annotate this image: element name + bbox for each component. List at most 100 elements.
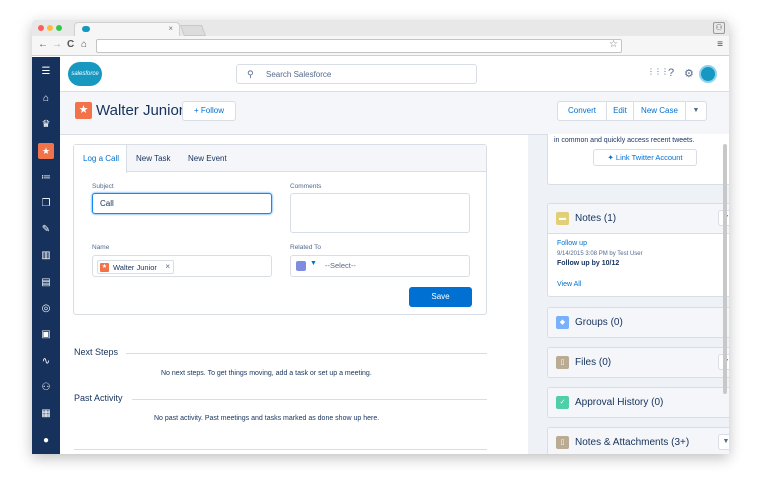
groups-icon: ⚇ — [41, 382, 51, 393]
global-search[interactable]: ⚲ Search Salesforce — [236, 64, 477, 84]
past-activity-empty-message: No past activity. Past meetings and task… — [154, 415, 380, 422]
name-lookup-field[interactable]: ★ Walter Junior × — [92, 255, 272, 277]
subject-label: Subject — [92, 183, 114, 190]
minimize-window-button[interactable] — [47, 25, 53, 31]
note-body: Follow up by 10/12 — [557, 260, 620, 267]
left-navigation: ☰ ⌂ ♛ ★ ≔ ❐ ✎ ▥ ▤ ◎ ▣ ∿ ⚇ ▦ ● — [32, 57, 60, 454]
card-icon: ▤ — [41, 277, 51, 288]
notes-card: ▬ Notes (1) ▼ Follow up 9/14/2015 3:08 P… — [547, 203, 729, 297]
follow-button[interactable]: + Follow — [182, 101, 236, 121]
edit-button[interactable]: Edit — [607, 102, 634, 120]
notes-title[interactable]: Notes (1) — [575, 213, 616, 224]
global-header: salesforce ⚲ Search Salesforce ⋮⋮⋮ ? ⚙ 🔔 — [60, 57, 729, 92]
nav-contacts[interactable]: ★ — [32, 141, 60, 161]
groups-title[interactable]: Groups (0) — [575, 317, 623, 328]
nav-menu-icon[interactable]: ☰ — [32, 62, 60, 82]
forward-icon[interactable]: → — [52, 39, 62, 50]
salesforce-logo[interactable]: salesforce — [68, 62, 102, 86]
page-scrollbar[interactable] — [723, 144, 727, 394]
record-actions: Convert Edit New Case ▼ — [557, 101, 707, 121]
bottom-divider — [74, 449, 487, 450]
link-twitter-label: Link Twitter Account — [615, 153, 683, 162]
nav-feed[interactable]: ∿ — [32, 352, 60, 372]
more-actions-chevron-icon[interactable]: ▼ — [686, 102, 706, 120]
comments-textarea[interactable] — [290, 193, 470, 233]
bookmark-star-icon[interactable]: ☆ — [609, 39, 618, 50]
related-to-label: Related To — [290, 244, 321, 251]
groups-card-header: ◆ Groups (0) — [548, 308, 729, 337]
new-tab-button[interactable] — [179, 25, 207, 36]
setup-gear-icon[interactable]: ⚙ — [684, 67, 694, 80]
attachments-card-header: ▯ Notes & Attachments (3+) ▼ — [548, 428, 729, 454]
attachments-icon: ▯ — [556, 436, 569, 449]
profile-icon[interactable]: ⚇ — [713, 22, 725, 34]
files-title[interactable]: Files (0) — [575, 357, 611, 368]
convert-button[interactable]: Convert — [558, 102, 607, 120]
object-type-icon[interactable] — [296, 261, 306, 271]
clipboard-icon: ▣ — [41, 329, 51, 340]
past-activity-title: Past Activity — [74, 393, 123, 403]
tab-new-task[interactable]: New Task — [136, 145, 171, 172]
salesforce-favicon-icon — [82, 26, 90, 32]
home-icon[interactable]: ⌂ — [81, 39, 87, 50]
tab-new-event[interactable]: New Event — [188, 145, 227, 172]
reload-icon[interactable]: C — [67, 39, 74, 50]
note-title-link[interactable]: Follow up — [557, 240, 587, 247]
files-icon: ▯ — [556, 356, 569, 369]
related-to-input[interactable]: --Select-- — [325, 261, 356, 270]
nav-files[interactable]: ❐ — [32, 194, 60, 214]
url-input[interactable] — [96, 39, 622, 53]
browser-tab[interactable]: × — [74, 22, 180, 36]
nav-people[interactable]: ● — [32, 431, 60, 451]
help-icon[interactable]: ? — [668, 67, 674, 79]
related-to-field[interactable]: ▼ --Select-- — [290, 255, 470, 277]
nav-accounts[interactable]: ▥ — [32, 246, 60, 266]
nav-opportunities[interactable]: ♛ — [32, 115, 60, 135]
activity-composer: Log a Call New Task New Event Subject Ca… — [73, 144, 487, 315]
link-twitter-button[interactable]: ✦ Link Twitter Account — [593, 149, 697, 166]
nav-tasks[interactable]: ≔ — [32, 168, 60, 188]
approval-title[interactable]: Approval History (0) — [575, 397, 663, 408]
view-all-notes-link[interactable]: View All — [557, 281, 581, 288]
nav-leads[interactable]: ▤ — [32, 273, 60, 293]
subject-field[interactable]: Call — [92, 193, 272, 214]
nav-groups[interactable]: ⚇ — [32, 378, 60, 398]
edit-icon: ✎ — [41, 224, 51, 235]
nav-home[interactable]: ⌂ — [32, 89, 60, 109]
browser-menu-icon[interactable]: ≡ — [717, 39, 723, 50]
menu-icon: ☰ — [41, 66, 51, 77]
attachments-dropdown-icon[interactable]: ▼ — [718, 434, 729, 450]
new-case-button[interactable]: New Case — [634, 102, 686, 120]
tab-log-a-call[interactable]: Log a Call — [74, 145, 127, 173]
contact-pill-icon: ★ — [100, 263, 109, 272]
nav-reports[interactable]: ▣ — [32, 325, 60, 345]
groups-card: ◆ Groups (0) — [547, 307, 729, 338]
back-icon[interactable]: ← — [38, 39, 48, 50]
contact-record-icon: ★ — [75, 102, 92, 119]
gauge-icon: ◎ — [41, 303, 51, 314]
nav-dashboards[interactable]: ◎ — [32, 299, 60, 319]
building-icon: ▥ — [41, 250, 51, 261]
tab-close-icon[interactable]: × — [168, 24, 173, 33]
remove-name-icon[interactable]: × — [165, 262, 170, 271]
save-button[interactable]: Save — [409, 287, 472, 307]
search-input[interactable]: Search Salesforce — [266, 70, 331, 79]
record-page: ★ Walter Junior + Follow Convert Edit Ne… — [60, 92, 729, 454]
close-window-button[interactable] — [38, 25, 44, 31]
search-icon: ⚲ — [247, 69, 254, 79]
object-type-chevron-icon[interactable]: ▼ — [310, 260, 317, 267]
maximize-window-button[interactable] — [56, 25, 62, 31]
groups-icon: ◆ — [556, 316, 569, 329]
notes-card-header: ▬ Notes (1) ▼ — [548, 204, 729, 234]
user-avatar[interactable] — [699, 65, 717, 83]
notes-attachments-card: ▯ Notes & Attachments (3+) ▼ dd — [547, 427, 729, 454]
home-icon: ⌂ — [42, 93, 50, 104]
browser-tab-strip: × ⚇ — [32, 20, 729, 36]
checklist-icon: ≔ — [41, 172, 51, 183]
app-launcher-icon[interactable]: ⋮⋮⋮ — [647, 67, 669, 76]
twitter-bird-icon: ✦ — [607, 153, 614, 162]
nav-notes[interactable]: ✎ — [32, 220, 60, 240]
twitter-text: in common and quickly access recent twee… — [554, 137, 695, 144]
nav-calendar[interactable]: ▦ — [32, 404, 60, 424]
attachments-title[interactable]: Notes & Attachments (3+) — [575, 437, 689, 448]
